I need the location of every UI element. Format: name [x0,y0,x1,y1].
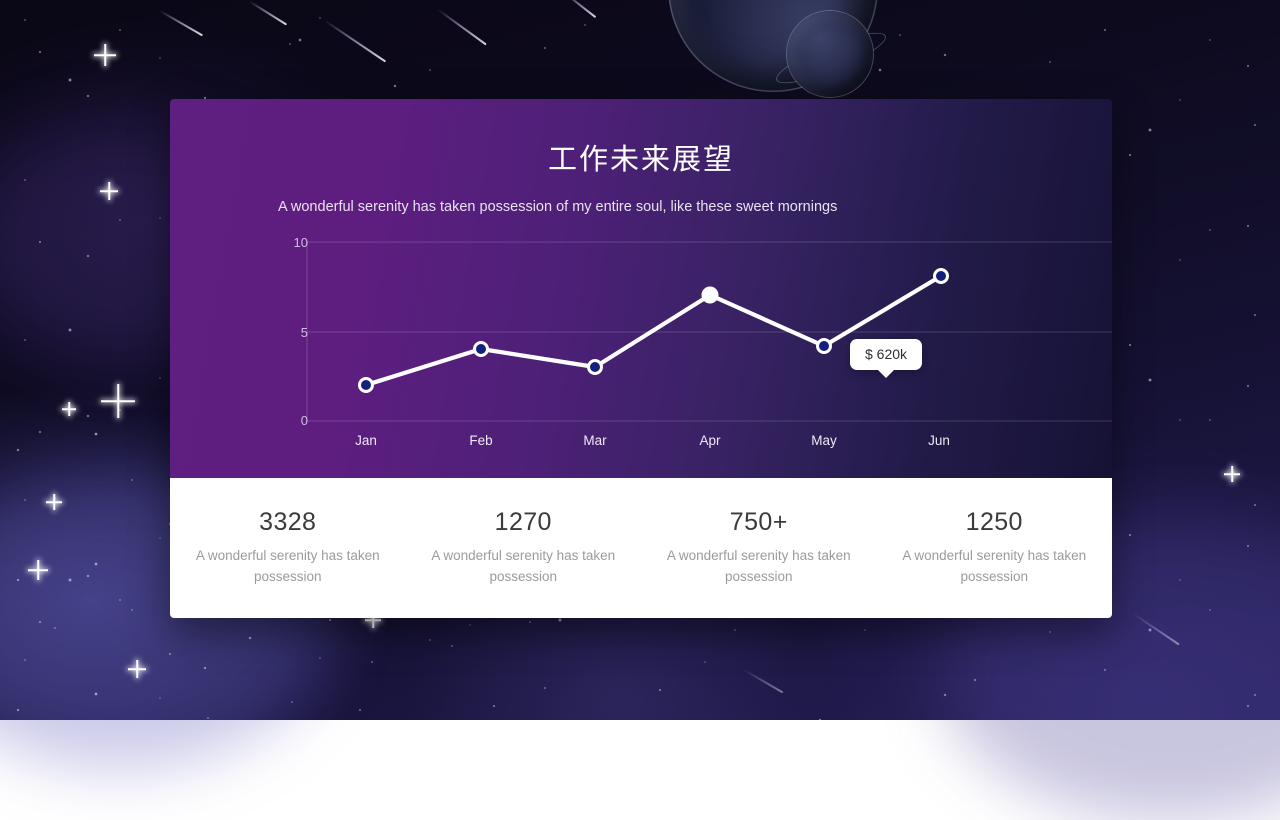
sparkle-star [101,384,135,418]
stat-value: 1270 [420,508,628,537]
sparkle-star [62,402,76,416]
stat-value: 3328 [184,508,392,537]
data-point-feb [475,343,488,356]
sparkle-star [94,44,116,66]
line-chart: 10 5 0 $ 620k [170,99,1112,478]
stat-description: A wonderful serenity has taken possessio… [184,546,392,588]
data-point-jan [360,379,373,392]
sparkle-star [128,660,146,678]
stat-value: 750+ [655,508,863,537]
stat-description: A wonderful serenity has taken possessio… [655,546,863,588]
stat-value: 1250 [891,508,1099,537]
stat-description: A wonderful serenity has taken possessio… [891,546,1099,588]
stat-item: 3328 A wonderful serenity has taken poss… [170,508,406,588]
x-axis-tick-jan: Jan [326,433,406,448]
stats-panel: 3328 A wonderful serenity has taken poss… [170,478,1112,618]
data-point-mar [589,361,602,374]
stat-item: 1250 A wonderful serenity has taken poss… [877,508,1113,588]
x-axis-tick-mar: Mar [555,433,635,448]
sparkle-star [1224,466,1240,482]
data-point-apr-highlighted [703,288,718,303]
chart-plot-svg [170,99,1112,478]
stat-item: 1270 A wonderful serenity has taken poss… [406,508,642,588]
stat-item: 750+ A wonderful serenity has taken poss… [641,508,877,588]
x-axis-tick-apr: Apr [670,433,750,448]
data-point-tooltip[interactable]: $ 620k [850,339,922,370]
x-axis-tick-jun: Jun [899,433,979,448]
sparkle-star [28,560,48,580]
dashboard-card: 工作未来展望 A wonderful serenity has taken po… [170,99,1112,618]
planet-small-icon [787,11,873,97]
x-axis-tick-may: May [784,433,864,448]
sparkle-star [46,494,62,510]
data-point-jun [935,270,948,283]
chart-panel: 工作未来展望 A wonderful serenity has taken po… [170,99,1112,478]
stat-description: A wonderful serenity has taken possessio… [420,546,628,588]
sparkle-star [100,182,118,200]
data-point-may [818,340,831,353]
x-axis-tick-feb: Feb [441,433,521,448]
